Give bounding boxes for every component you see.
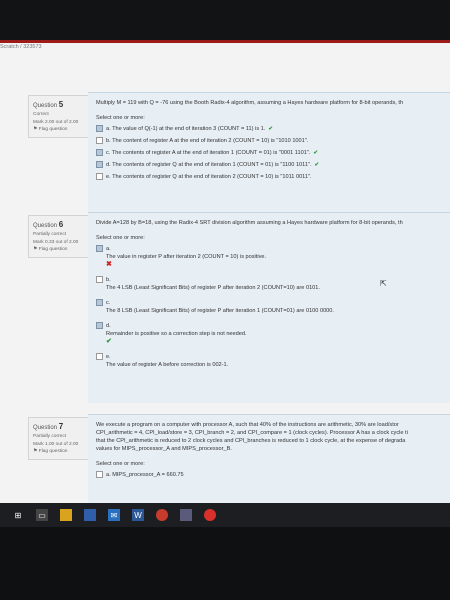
- question-5-info: Question 5 Correct Mark 2.00 out of 2.00…: [28, 95, 90, 138]
- checkbox[interactable]: [96, 245, 103, 253]
- question-5-mark: Mark 2.00 out of 2.00: [33, 119, 79, 125]
- question-5-text: Multiply M = 119 with Q = -76 using the …: [96, 100, 404, 106]
- q5-option-d[interactable]: d. The contents of register Q at the end…: [96, 161, 442, 169]
- checkbox[interactable]: [96, 299, 103, 307]
- store-icon[interactable]: [84, 509, 96, 521]
- question-6-text: Divide A=128 by B=18, using the Radix-4 …: [96, 220, 403, 226]
- question-5-answers: Select one or more: a. The value of Q(-1…: [88, 115, 450, 181]
- record-icon[interactable]: [204, 509, 216, 521]
- checkbox[interactable]: [96, 276, 103, 284]
- checkbox[interactable]: [96, 471, 103, 479]
- question-7-status: Partially correct: [33, 434, 67, 440]
- checkbox[interactable]: [96, 161, 103, 169]
- checkbox[interactable]: [96, 322, 103, 330]
- flag-question-7[interactable]: ⚑ Flag question: [33, 448, 85, 455]
- question-5-status: Correct: [33, 112, 49, 118]
- mail-icon[interactable]: ✉: [108, 509, 120, 521]
- q5-option-b[interactable]: b. The content of register A at the end …: [96, 137, 442, 145]
- question-6-mark: Mark 0.33 out of 2.00: [33, 239, 79, 245]
- question-7-info: Question 7 Partially correct Mark 1.00 o…: [28, 417, 90, 460]
- question-5-number: Question 5: [33, 100, 64, 109]
- chrome-icon[interactable]: [156, 509, 168, 521]
- q5-option-c[interactable]: c. The contents of register A at the end…: [96, 149, 442, 157]
- select-prompt: Select one or more:: [96, 115, 145, 122]
- mouse-cursor-icon: ⇱: [380, 279, 387, 288]
- question-6-content: Divide A=128 by B=18, using the Radix-4 …: [88, 212, 450, 403]
- taskbar: ⊞ ▭ ✉ W: [0, 503, 450, 527]
- question-6-number: Question 6: [33, 220, 64, 229]
- correct-icon: ✔: [313, 149, 319, 156]
- flag-icon: ⚑: [33, 247, 38, 253]
- question-6-answers: Select one or more: a. The value in regi…: [88, 235, 450, 368]
- question-7-text: We execute a program on a computer with …: [96, 422, 408, 453]
- q6-option-c[interactable]: c. The 8 LSB (Least Significant Bits) of…: [96, 299, 442, 314]
- question-6-info: Question 6 Partially correct Mark 0.33 o…: [28, 215, 90, 258]
- q7-option-a[interactable]: a. MIPS_processor_A = 660.75: [96, 471, 442, 479]
- monitor-bezel: [0, 0, 450, 40]
- q5-option-a[interactable]: a. The value of Q(-1) at the end of iter…: [96, 125, 442, 133]
- checkbox[interactable]: [96, 125, 103, 133]
- windows-icon[interactable]: ⊞: [12, 509, 24, 521]
- question-7-number: Question 7: [33, 422, 64, 431]
- correct-icon: ✔: [314, 161, 320, 168]
- q6-option-e[interactable]: e. The value of register A before correc…: [96, 353, 442, 368]
- flag-question-6[interactable]: ⚑ Flag question: [33, 246, 85, 253]
- breadcrumb[interactable]: Scratch / 323573: [0, 44, 42, 50]
- checkbox[interactable]: [96, 149, 103, 157]
- word-icon[interactable]: W: [132, 509, 144, 521]
- select-prompt: Select one or more:: [96, 235, 145, 242]
- question-7-mark: Mark 1.00 out of 2.00: [33, 441, 79, 447]
- header-bar: [0, 40, 450, 43]
- question-7-answers: Select one or more: a. MIPS_processor_A …: [88, 461, 450, 479]
- flag-question-5[interactable]: ⚑ Flag question: [33, 126, 85, 133]
- question-6-status: Partially correct: [33, 232, 67, 238]
- flag-icon: ⚑: [33, 449, 38, 455]
- correct-icon: ✔: [268, 125, 274, 132]
- select-prompt: Select one or more:: [96, 461, 145, 468]
- checkbox[interactable]: [96, 173, 103, 181]
- quiz-page: Scratch / 323573 Question 5 Correct Mark…: [0, 40, 450, 510]
- incorrect-icon: ✖: [106, 261, 112, 269]
- q6-option-d[interactable]: d. Remainder is positive so a correction…: [96, 322, 442, 345]
- app-icon[interactable]: [180, 509, 192, 521]
- q6-option-a[interactable]: a. The value in register P after iterati…: [96, 245, 442, 268]
- checkbox[interactable]: [96, 353, 103, 361]
- q5-option-e[interactable]: e. The contents of register Q at the end…: [96, 173, 442, 181]
- correct-icon: ✔: [106, 338, 112, 346]
- search-icon[interactable]: ▭: [36, 509, 48, 521]
- file-explorer-icon[interactable]: [60, 509, 72, 521]
- q6-option-b[interactable]: b. The 4 LSB (Least Significant Bits) of…: [96, 276, 442, 291]
- question-7-content: We execute a program on a computer with …: [88, 414, 450, 510]
- checkbox[interactable]: [96, 137, 103, 145]
- flag-icon: ⚑: [33, 127, 38, 133]
